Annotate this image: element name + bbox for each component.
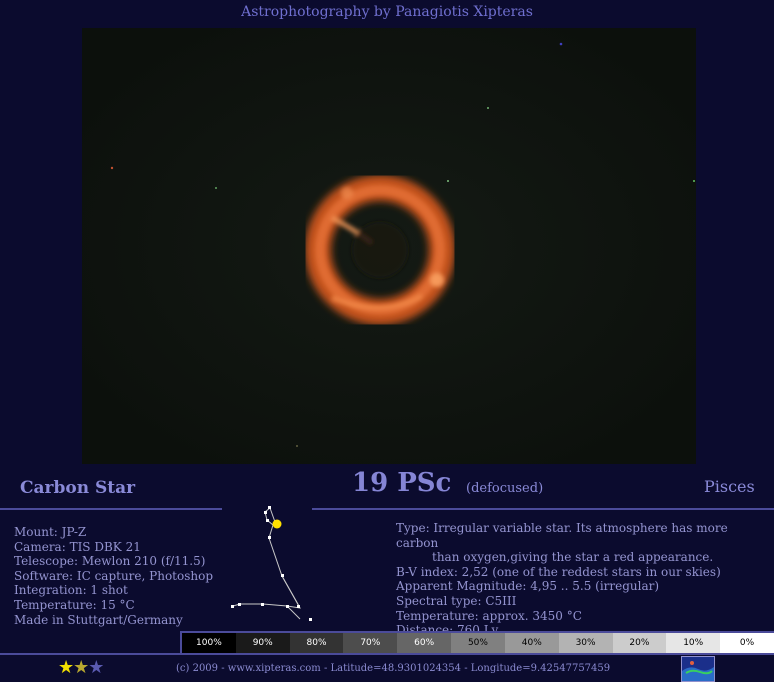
divider-bottom	[0, 653, 774, 655]
scale-cell-40: 40%	[504, 633, 559, 653]
scale-cell-70: 70%	[343, 633, 398, 653]
divider-left	[0, 508, 222, 510]
equipment-item: Integration: 1 shot	[14, 583, 128, 598]
scale-cell-50: 50%	[451, 633, 505, 653]
equipment-item: Temperature: 15 °C	[14, 597, 135, 612]
star-spectral-type: Spectral type: C5III	[396, 593, 517, 608]
star-full-icon: ★	[58, 657, 74, 678]
divider-right	[312, 508, 774, 510]
star-type-line2: than oxygen,giving the star a red appear…	[432, 550, 714, 565]
star-type-line1: Type: Irregular variable star. Its atmos…	[396, 521, 728, 550]
footer-credits: (c) 2009 - www.xipteras.com - Latitude=4…	[176, 663, 611, 674]
scale-cell-30: 30%	[558, 633, 613, 653]
star-half-icon: ★	[73, 657, 89, 678]
scale-cell-80: 80%	[289, 633, 344, 653]
equipment-list: Mount: JP-Z Camera: TIS DBK 21 Telescope…	[14, 525, 213, 627]
sky-map-thumbnail-icon[interactable]	[681, 656, 715, 682]
star-info: Type: Irregular variable star. Its atmos…	[396, 521, 766, 638]
scale-cell-20: 20%	[612, 633, 667, 653]
object-name-title: 19 PSc	[352, 468, 452, 498]
site-title: Astrophotography by Panagiotis Xipteras	[241, 4, 533, 20]
star-bv-index: B-V index: 2,52 (one of the reddest star…	[396, 564, 721, 579]
brightness-scale: 100% 90% 80% 70% 60% 50% 40% 30% 20% 10%…	[180, 631, 774, 653]
equipment-item: Made in Stuttgart/Germany	[14, 612, 183, 627]
scale-cell-60: 60%	[397, 633, 452, 653]
constellation-name: Pisces	[704, 477, 755, 496]
equipment-item: Software: IC capture, Photoshop	[14, 568, 214, 583]
target-star-marker	[272, 519, 282, 529]
constellation-chart-icon	[231, 506, 312, 621]
object-subtitle: (defocused)	[466, 481, 544, 496]
thumbnail-image	[682, 657, 714, 681]
scale-cell-0: 0%	[720, 633, 774, 653]
object-category-title: Carbon Star	[20, 478, 136, 498]
star-empty-icon: ★	[88, 657, 104, 678]
equipment-item: Camera: TIS DBK 21	[14, 539, 141, 554]
scale-cell-10: 10%	[666, 633, 721, 653]
star-rating: ★★★	[58, 657, 104, 678]
star-magnitude: Apparent Magnitude: 4,95 .. 5.5 (irregul…	[396, 579, 660, 594]
star-photo	[82, 28, 696, 464]
star-temperature: Temperature: approx. 3450 °C	[396, 608, 582, 623]
equipment-item: Telescope: Mewlon 210 (f/11.5)	[14, 554, 206, 569]
equipment-item: Mount: JP-Z	[14, 525, 87, 539]
star-photo-image	[82, 28, 696, 464]
scale-cell-90: 90%	[235, 633, 290, 653]
scale-cell-100: 100%	[182, 633, 236, 653]
